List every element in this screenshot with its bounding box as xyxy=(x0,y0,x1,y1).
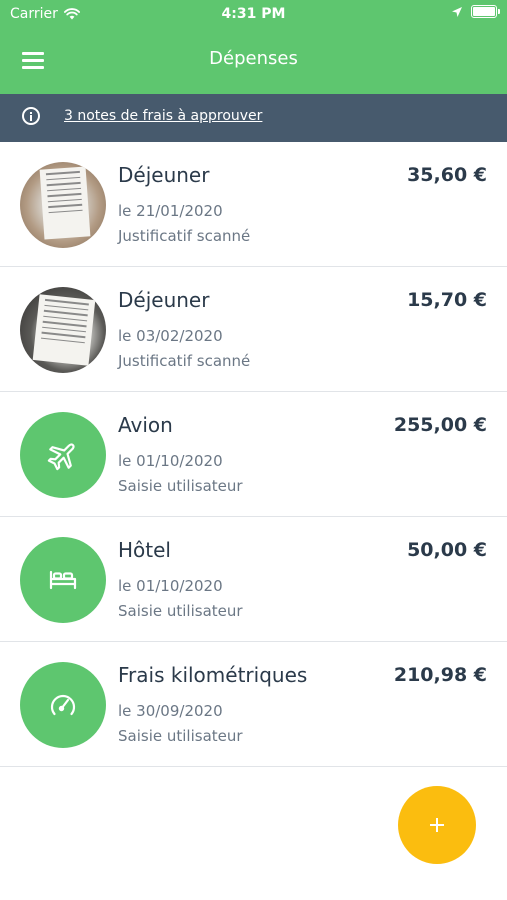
expense-source: Justificatif scanné xyxy=(118,227,251,245)
expense-date: le 21/01/2020 xyxy=(118,202,223,220)
expense-date: le 03/02/2020 xyxy=(118,327,223,345)
receipt-thumbnail xyxy=(20,162,106,248)
expense-row[interactable]: Déjeuner 15,70 € le 03/02/2020 Justifica… xyxy=(0,267,507,392)
expense-title: Déjeuner xyxy=(118,163,210,187)
approval-link[interactable]: 3 notes de frais à approuver xyxy=(64,108,262,124)
bed-icon xyxy=(49,570,77,590)
expense-amount: 210,98 € xyxy=(393,664,487,686)
category-badge xyxy=(20,662,106,748)
expense-row[interactable]: Frais kilométriques 210,98 € le 30/09/20… xyxy=(0,642,507,767)
expense-date: le 30/09/2020 xyxy=(118,702,223,720)
info-icon xyxy=(22,107,40,125)
page-title: Dépenses xyxy=(209,48,298,69)
airplane-icon xyxy=(47,443,75,471)
expense-source: Saisie utilisateur xyxy=(118,602,243,620)
category-badge xyxy=(20,537,106,623)
expense-amount: 50,00 € xyxy=(407,539,487,561)
expense-list: Déjeuner 35,60 € le 21/01/2020 Justifica… xyxy=(0,142,507,767)
expense-source: Saisie utilisateur xyxy=(118,477,243,495)
add-expense-button[interactable] xyxy=(398,786,476,864)
status-right xyxy=(451,5,500,18)
expense-date: le 01/10/2020 xyxy=(118,452,223,470)
battery-icon xyxy=(471,5,500,18)
category-badge xyxy=(20,412,106,498)
expense-row[interactable]: Hôtel 50,00 € le 01/10/2020 Saisie utili… xyxy=(0,517,507,642)
status-bar: Carrier 4:31 PM xyxy=(0,0,507,30)
expense-date: le 01/10/2020 xyxy=(118,577,223,595)
expense-title: Avion xyxy=(118,413,173,437)
expense-source: Justificatif scanné xyxy=(118,352,251,370)
expense-amount: 255,00 € xyxy=(393,414,487,436)
expense-amount: 35,60 € xyxy=(407,164,487,186)
speedometer-icon xyxy=(50,694,76,716)
approval-banner: 3 notes de frais à approuver xyxy=(0,94,507,142)
receipt-thumbnail xyxy=(20,287,106,373)
expense-title: Hôtel xyxy=(118,538,171,562)
nav-bar: Dépenses xyxy=(0,30,507,94)
expense-row[interactable]: Déjeuner 35,60 € le 21/01/2020 Justifica… xyxy=(0,142,507,267)
status-time: 4:31 PM xyxy=(221,6,286,22)
expense-source: Saisie utilisateur xyxy=(118,727,243,745)
receipt-paper xyxy=(32,294,96,366)
expense-row[interactable]: Avion 255,00 € le 01/10/2020 Saisie util… xyxy=(0,392,507,517)
expense-amount: 15,70 € xyxy=(407,289,487,311)
expense-title: Déjeuner xyxy=(118,288,210,312)
receipt-paper xyxy=(39,166,91,240)
expense-title: Frais kilométriques xyxy=(118,663,308,687)
location-arrow-icon xyxy=(452,6,462,17)
